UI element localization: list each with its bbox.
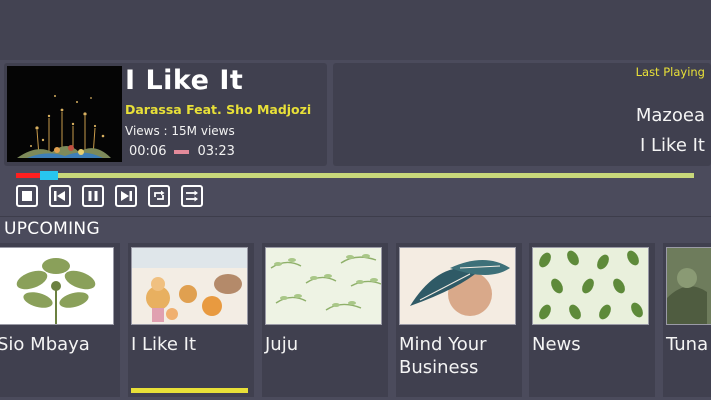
next-icon bbox=[121, 191, 132, 201]
next-button[interactable] bbox=[115, 185, 137, 207]
last-playing-card[interactable]: Last Playing Mazoea I Like It bbox=[333, 63, 711, 166]
time-separator bbox=[174, 149, 190, 154]
pause-icon bbox=[88, 191, 98, 201]
card-thumbnail bbox=[0, 247, 114, 325]
previous-button[interactable] bbox=[49, 185, 71, 207]
upcoming-card[interactable]: News bbox=[529, 243, 655, 397]
last-playing-label: Last Playing bbox=[635, 65, 705, 79]
shuffle-icon bbox=[186, 190, 198, 202]
stop-icon bbox=[22, 191, 32, 201]
progress-track[interactable] bbox=[16, 171, 694, 180]
card-label: News bbox=[532, 334, 581, 355]
pause-button[interactable] bbox=[82, 185, 104, 207]
last-playing-artist: Mazoea bbox=[635, 105, 705, 126]
card-thumbnail bbox=[532, 247, 649, 325]
card-label: Mind Your Business bbox=[399, 334, 487, 378]
card-label: I Like It bbox=[131, 334, 197, 355]
shuffle-button[interactable] bbox=[181, 185, 203, 207]
upcoming-heading: UPCOMING bbox=[4, 219, 100, 239]
progress-played bbox=[16, 173, 40, 178]
song-title: I Like It bbox=[125, 65, 244, 96]
card-label: Tuna bbox=[666, 334, 709, 355]
card-thumbnail bbox=[131, 247, 248, 325]
upcoming-card[interactable]: Sio Mbaya bbox=[0, 243, 120, 397]
card-thumbnail bbox=[666, 247, 711, 325]
elapsed-time: 00:06 bbox=[129, 144, 167, 159]
progress-knob[interactable] bbox=[40, 171, 58, 180]
divider bbox=[0, 216, 711, 217]
time-row: 00:06 03:23 bbox=[129, 144, 235, 159]
previous-icon bbox=[54, 191, 65, 201]
playback-controls bbox=[16, 185, 203, 207]
total-duration: 03:23 bbox=[197, 144, 235, 159]
song-artist: Darassa Feat. Sho Madjozi bbox=[125, 102, 312, 117]
now-playing-card: I Like It Darassa Feat. Sho Madjozi View… bbox=[4, 63, 327, 166]
card-label: Juju bbox=[265, 334, 299, 355]
upcoming-card[interactable]: Juju bbox=[262, 243, 388, 397]
last-playing-title: I Like It bbox=[639, 135, 705, 156]
upcoming-card[interactable]: Mind Your Business bbox=[396, 243, 522, 397]
upcoming-card[interactable]: I Like It bbox=[128, 243, 254, 397]
top-bar bbox=[0, 0, 711, 60]
card-thumbnail bbox=[399, 247, 516, 325]
repeat-button[interactable] bbox=[148, 185, 170, 207]
view-count: Views : 15M views bbox=[125, 124, 235, 138]
upcoming-list: Sio Mbaya I Like It Juju Mind Your Busin… bbox=[0, 243, 711, 400]
selected-indicator bbox=[131, 388, 248, 393]
card-label: Sio Mbaya bbox=[0, 334, 90, 355]
card-thumbnail bbox=[265, 247, 382, 325]
album-cover bbox=[7, 66, 122, 162]
repeat-icon bbox=[154, 190, 165, 200]
stop-button[interactable] bbox=[16, 185, 38, 207]
upcoming-card[interactable]: Tuna bbox=[663, 243, 711, 397]
